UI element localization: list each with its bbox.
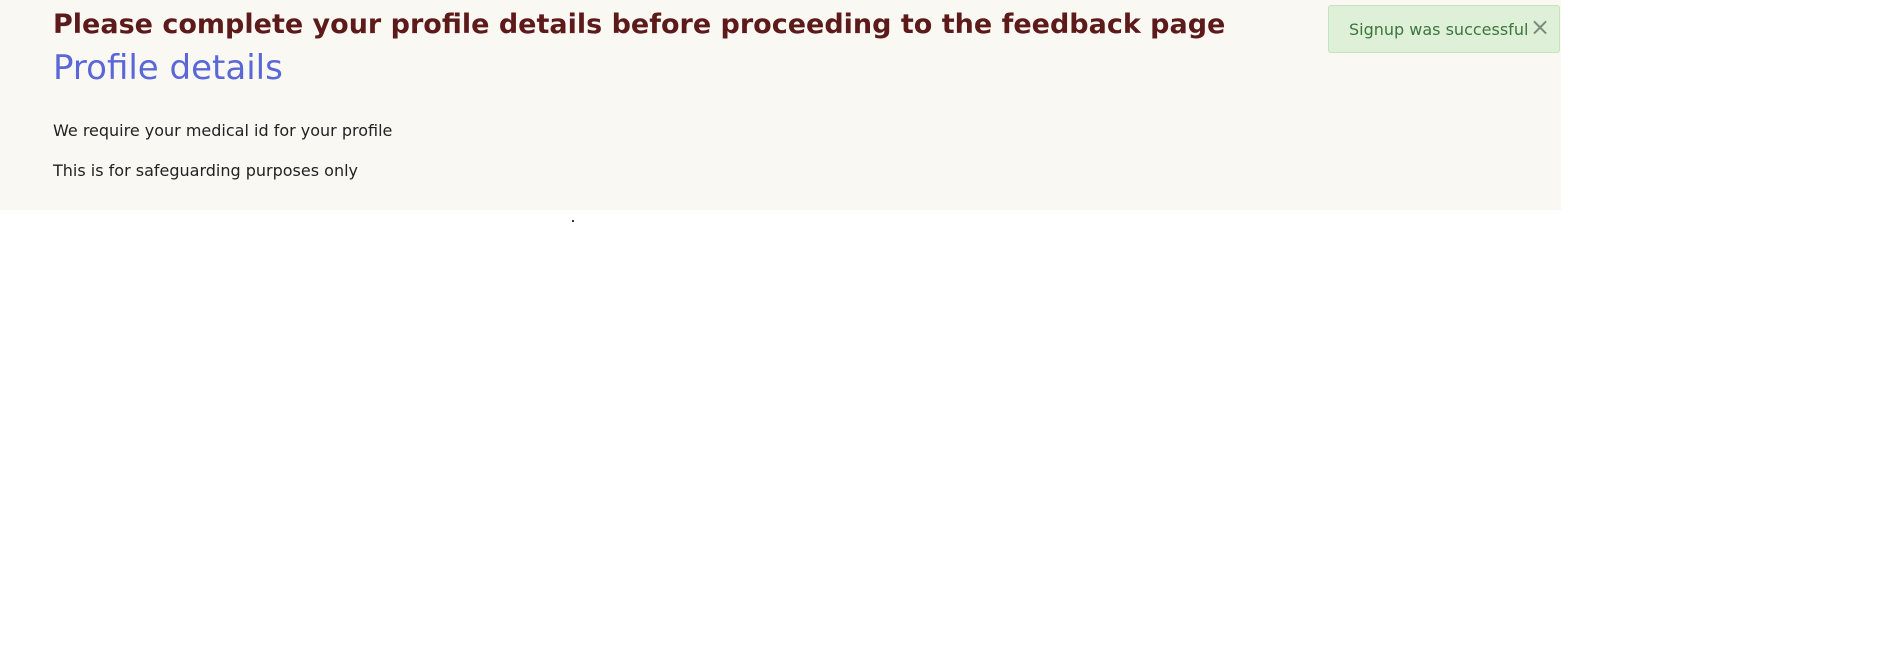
alert-message: Signup was successful — [1349, 20, 1529, 39]
info-text-medical-id: We require your medical id for your prof… — [53, 121, 393, 140]
success-alert: Signup was successful × — [1328, 5, 1560, 53]
page-title: Profile details — [53, 48, 283, 88]
profile-banner: Please complete your profile details bef… — [0, 0, 1561, 210]
stray-dot — [572, 220, 574, 222]
info-text-safeguarding: This is for safeguarding purposes only — [53, 161, 358, 180]
page-heading: Please complete your profile details bef… — [53, 9, 1226, 40]
close-icon[interactable]: × — [1529, 15, 1551, 39]
